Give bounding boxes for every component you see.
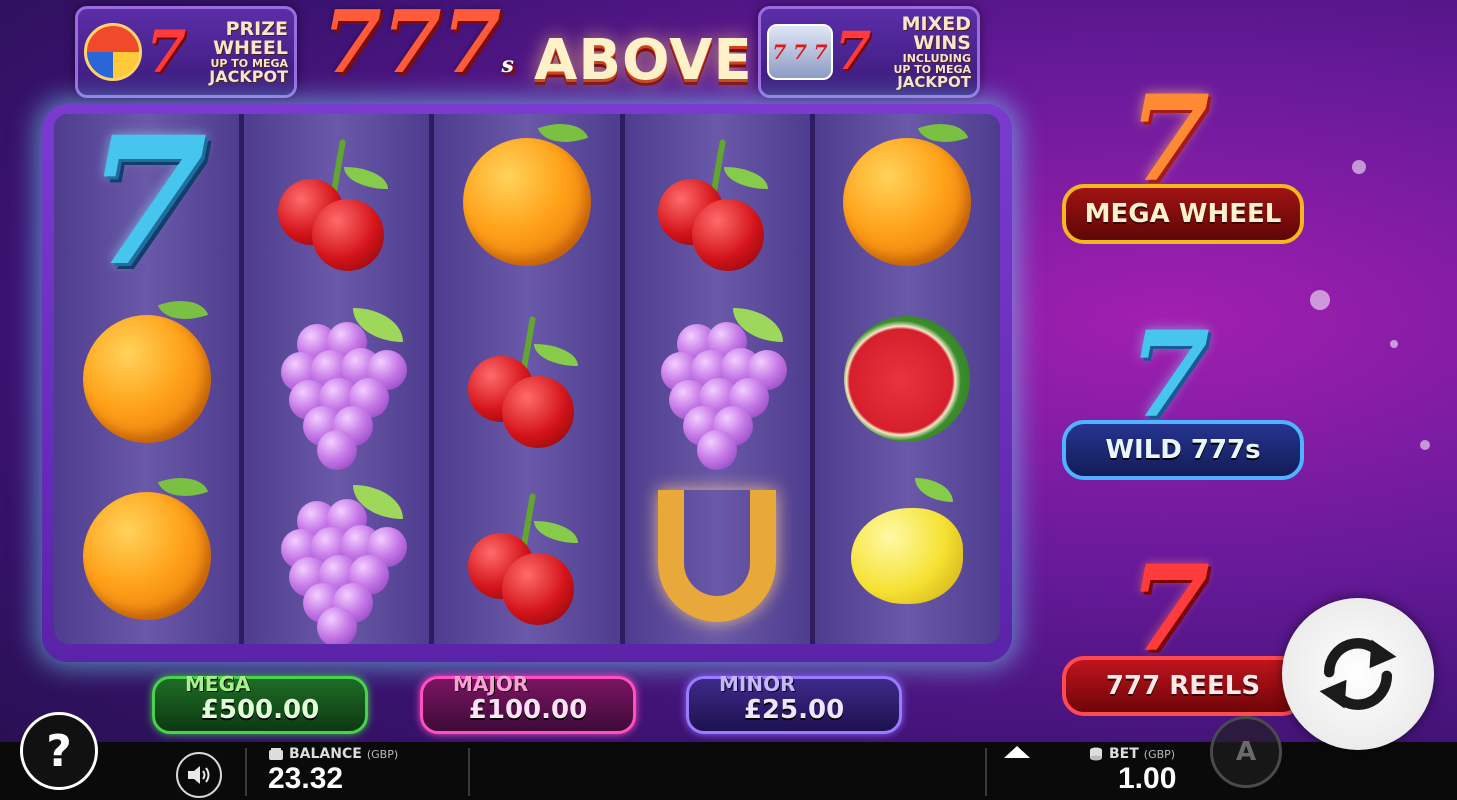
wild-seven-symbol: 7 [85,114,208,306]
reel-cell [244,291,429,470]
balance-currency: (GBP) [366,747,399,761]
reel-column [624,114,810,644]
bar-divider [985,748,987,796]
balance-label-group: BALANCE (GBP) [268,746,398,762]
reel-grid: 7 [54,114,1000,644]
feature-mega-wheel: MEGA WHEEL [1062,184,1304,244]
feature-wild-777s: WILD 777s [1062,420,1304,480]
reel-column [244,114,430,644]
help-icon: ? [46,725,72,777]
reel-seven: 7 [772,40,787,64]
reel-cell [625,114,810,291]
grapes-symbol [267,481,407,644]
banner-right-line5: JACKPOT [897,72,971,91]
jackpot-major-value: £100.00 [468,695,588,725]
jackpot-minor-value: £25.00 [743,695,845,725]
cherries-symbol [462,491,592,625]
cherries-symbol [272,137,402,272]
background-sparkle [1420,440,1430,450]
mega-wheel-seven-icon: 7 [1128,69,1211,208]
banner-right-line2: WINS [913,31,971,54]
bet-label: BET [1109,746,1139,762]
autoplay-icon: A [1235,737,1257,767]
banner-left-line2: WHEEL [213,36,288,59]
reels-seven-icon: 7 [1128,539,1211,678]
prize-wheel-banner: 7 PRIZE WHEEL UP TO MEGA JACKPOT [75,6,297,98]
reel-cell [625,467,810,644]
balance-value: 23.32 [268,762,344,795]
reel-column: 7 [54,114,240,644]
banner-right-line1: MIXED [901,12,971,35]
reel-cell [54,467,239,644]
orange-symbol [843,138,972,267]
reel-cell [625,291,810,470]
jackpot-major: MAJOR £100.00 [420,672,636,734]
jackpot-mega: MEGA £500.00 [152,672,368,734]
background-sparkle [1310,290,1330,310]
banner-right-line3: INCLUDING [902,51,971,65]
prize-wheel-icon [84,23,142,81]
jackpot-mega-label: MEGA [185,672,251,696]
reel-frame: 7 [42,104,1012,662]
balance-label: BALANCE [289,746,362,762]
reel-cell [244,114,429,291]
reel-cell [54,291,239,468]
feature-777-reels: 777 REELS [1062,656,1304,716]
spin-arrows-icon [1319,638,1397,710]
jackpot-minor: MINOR £25.00 [686,672,902,734]
bet-label-group: BET (GBP) [1088,746,1175,762]
wallet-icon [269,748,283,760]
jackpot-mega-value: £500.00 [200,695,320,725]
reel-cell [434,467,619,644]
banner-left-line4: JACKPOT [209,66,288,86]
jackpot-major-label: MAJOR [453,672,529,696]
reel-column [434,114,620,644]
banner-left-line1: PRIZE [225,17,288,40]
jackpot-minor-label: MINOR [719,672,796,696]
triangle-up-icon[interactable] [1004,746,1030,758]
grapes-symbol [267,304,407,470]
background-sparkle [1390,340,1398,348]
cherries-symbol [652,137,782,272]
logo-suffix: s [501,52,514,78]
reel-cell: 7 [54,114,239,291]
coins-icon [1090,747,1102,761]
slot-machine-icon: 7 7 7 [767,24,833,80]
watermelon-symbol [830,301,985,457]
autoplay-button[interactable]: A [1210,716,1282,788]
spin-button[interactable] [1282,598,1434,750]
reel-seven: 7 [813,40,828,64]
reel-column [814,114,1000,644]
reel-cell [815,467,1000,644]
bet-currency: (GBP) [1143,747,1176,761]
orange-symbol [82,491,211,620]
seven-red-icon: 7 [835,21,872,82]
help-button[interactable]: ? [20,712,98,790]
horseshoe-symbol [658,489,777,622]
reel-cell [434,291,619,468]
sound-button[interactable] [176,752,222,798]
logo-word: ABOVE [534,28,753,93]
speaker-icon [188,766,210,784]
grapes-symbol [647,304,788,470]
orange-symbol [463,138,591,267]
bet-value: 1.00 [1118,762,1177,795]
seven-red-icon: 7 [146,18,187,86]
bar-divider [468,748,470,796]
reel-seven: 7 [793,40,807,64]
orange-symbol [82,315,211,443]
reel-cell [815,114,1000,291]
reel-cell [434,114,619,291]
wild-seven-icon: 7 [1128,305,1211,444]
lemon-symbol [851,477,964,604]
bar-divider [245,748,247,796]
background-sparkle [1352,160,1366,174]
reel-cell [244,467,429,644]
mixed-wins-banner: 7 7 7 7 MIXED WINS INCLUDING UP TO MEGA … [758,6,980,98]
logo-sevens: 777s [322,0,514,86]
reel-cell [815,291,1000,468]
logo-sevens-text: 777 [322,0,502,93]
cherries-symbol [462,314,592,448]
